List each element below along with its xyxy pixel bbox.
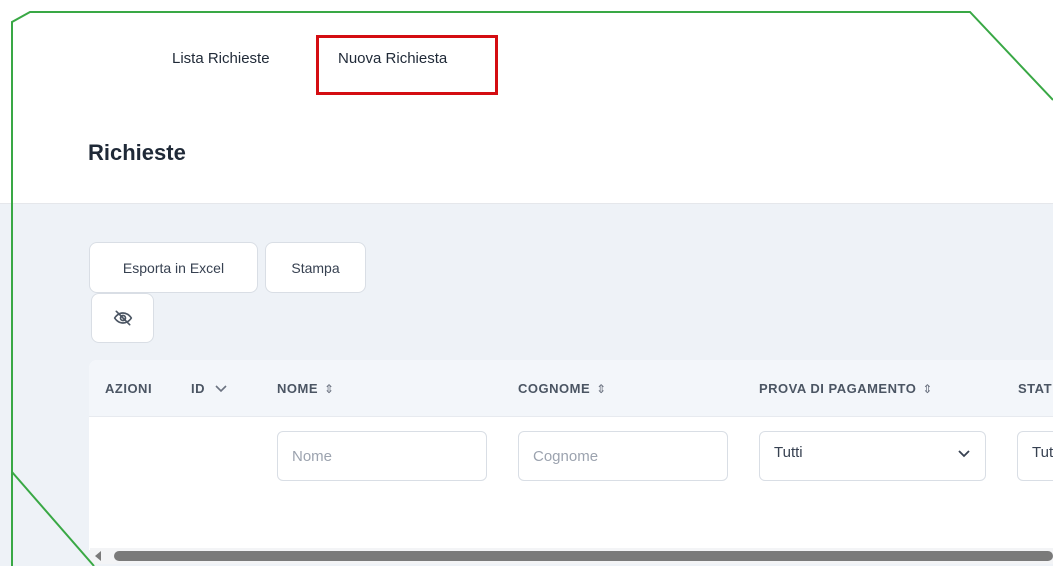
filter-prova-value: Tutti — [774, 444, 803, 461]
filter-stato-value: Tut — [1032, 444, 1053, 461]
top-navigation — [0, 0, 1053, 104]
filter-nome-input[interactable]: Nome — [277, 431, 487, 481]
filter-cognome-input[interactable]: Cognome — [518, 431, 728, 481]
sort-icon: ⇕ — [324, 382, 335, 396]
column-header-nome-label: NOME — [277, 381, 318, 396]
column-header-id[interactable]: ID — [191, 381, 227, 396]
sort-icon: ⇕ — [922, 382, 933, 396]
column-header-prova-pagamento[interactable]: PROVA DI PAGAMENTO ⇕ — [759, 381, 933, 396]
toggle-columns-button[interactable] — [91, 293, 154, 343]
export-excel-button[interactable]: Esporta in Excel — [89, 242, 258, 293]
page: Lista Richieste Nuova Richiesta Richiest… — [0, 0, 1053, 566]
chevron-down-icon — [958, 450, 970, 458]
column-header-cognome[interactable]: COGNOME ⇕ — [518, 381, 607, 396]
column-header-azioni: AZIONI — [105, 381, 153, 396]
scroll-left-arrow-icon[interactable] — [94, 550, 102, 562]
filter-prova-pagamento-select[interactable]: Tutti — [759, 431, 986, 481]
nav-item-nuova-richiesta[interactable]: Nuova Richiesta — [338, 50, 447, 67]
column-header-cognome-label: COGNOME — [518, 381, 591, 396]
column-header-stato[interactable]: STAT — [1018, 381, 1052, 396]
column-header-id-label: ID — [191, 381, 205, 396]
column-header-nome[interactable]: NOME ⇕ — [277, 381, 335, 396]
print-button[interactable]: Stampa — [265, 242, 366, 293]
column-header-prova-label: PROVA DI PAGAMENTO — [759, 381, 917, 396]
sort-icon: ⇕ — [596, 382, 607, 396]
scrollbar-thumb[interactable] — [114, 551, 1053, 561]
filter-stato-select[interactable]: Tut — [1017, 431, 1053, 481]
eye-off-icon — [113, 310, 132, 326]
page-title: Richieste — [88, 140, 186, 165]
chevron-down-icon — [215, 385, 227, 393]
nav-item-lista-richieste[interactable]: Lista Richieste — [172, 50, 270, 67]
